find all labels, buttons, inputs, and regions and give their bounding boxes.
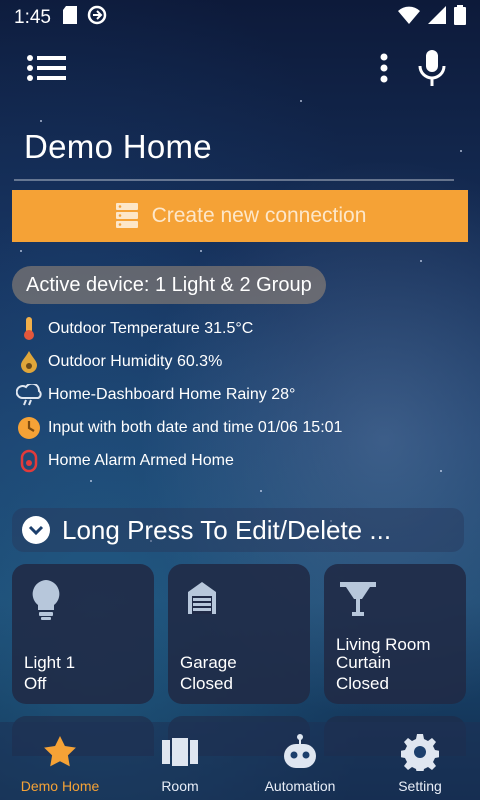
status-bar: 1:45 [0,0,480,36]
microphone-icon [418,50,446,86]
bottom-navigation: Demo Home Room Automation Setting [0,722,480,800]
more-vert-icon [380,53,388,83]
status-time: 1:45 [14,7,51,28]
robot-icon [280,732,320,772]
garage-icon [182,578,222,622]
bulb-icon [26,578,66,622]
tile-name: Garage [180,653,237,672]
tile-state: Closed [180,674,233,693]
active-device-chip[interactable]: Active device: 1 Light & 2 Group [12,266,326,304]
info-row-alarm[interactable]: Home Alarm Armed Home [16,444,466,477]
menu-button[interactable] [26,50,68,86]
nav-label: Automation [264,778,336,794]
info-text: Outdoor Humidity 60.3% [48,352,223,370]
cloud-rain-icon [16,382,42,408]
info-row-humidity[interactable]: Outdoor Humidity 60.3% [16,345,466,378]
title-divider [14,179,454,181]
info-text: Home Alarm Armed Home [48,451,234,469]
signal-icon [428,6,446,30]
app-bar [0,44,480,94]
alarm-icon [16,448,42,474]
nav-setting[interactable]: Setting [360,722,480,800]
info-row-weather[interactable]: Home-Dashboard Home Rainy 28° [16,378,466,411]
tile-name: Living Room Curtain [336,635,431,672]
battery-icon [454,5,466,31]
info-row-datetime[interactable]: Input with both date and time 01/06 15:0… [16,411,466,444]
curtain-icon [338,578,378,622]
room-icon [160,732,200,772]
info-text: Outdoor Temperature 31.5°C [48,319,254,337]
menu-list-icon [27,55,66,81]
device-tile-light[interactable]: Light 1 Off [12,564,154,704]
page-title: Demo Home [24,128,212,165]
tile-state: Closed [336,674,389,693]
more-options-button[interactable] [374,50,394,86]
sync-circle-icon [87,5,107,31]
gear-icon [400,732,440,772]
nav-label: Demo Home [20,778,100,794]
nav-demo-home[interactable]: Demo Home [0,722,120,800]
thermometer-icon [16,316,42,342]
create-connection-label: Create new connection [151,204,367,227]
nav-label: Setting [398,778,442,794]
nav-automation[interactable]: Automation [240,722,360,800]
info-text: Input with both date and time 01/06 15:0… [48,418,343,436]
humidity-drop-icon [16,349,42,375]
nav-room[interactable]: Room [120,722,240,800]
device-tile-curtain[interactable]: Living Room Curtain Closed [324,564,466,704]
chevron-down-icon [22,516,50,544]
star-icon [40,732,80,772]
sd-card-icon [62,6,77,30]
tile-state: Off [24,674,47,693]
voice-button[interactable] [414,48,450,88]
section-header[interactable]: Long Press To Edit/Delete ... [12,508,464,552]
info-row-temperature[interactable]: Outdoor Temperature 31.5°C [16,312,466,345]
info-text: Home-Dashboard Home Rainy 28° [48,385,296,403]
create-connection-button[interactable]: Create new connection [12,190,468,242]
nav-label: Room [161,778,199,794]
server-icon [115,203,138,228]
tile-name: Light 1 [24,653,76,672]
device-tile-garage[interactable]: Garage Closed [168,564,310,704]
info-list: Outdoor Temperature 31.5°C Outdoor Humid… [16,312,466,477]
wifi-icon [398,6,420,30]
section-title: Long Press To Edit/Delete ... [62,514,392,545]
clock-icon [16,415,42,441]
